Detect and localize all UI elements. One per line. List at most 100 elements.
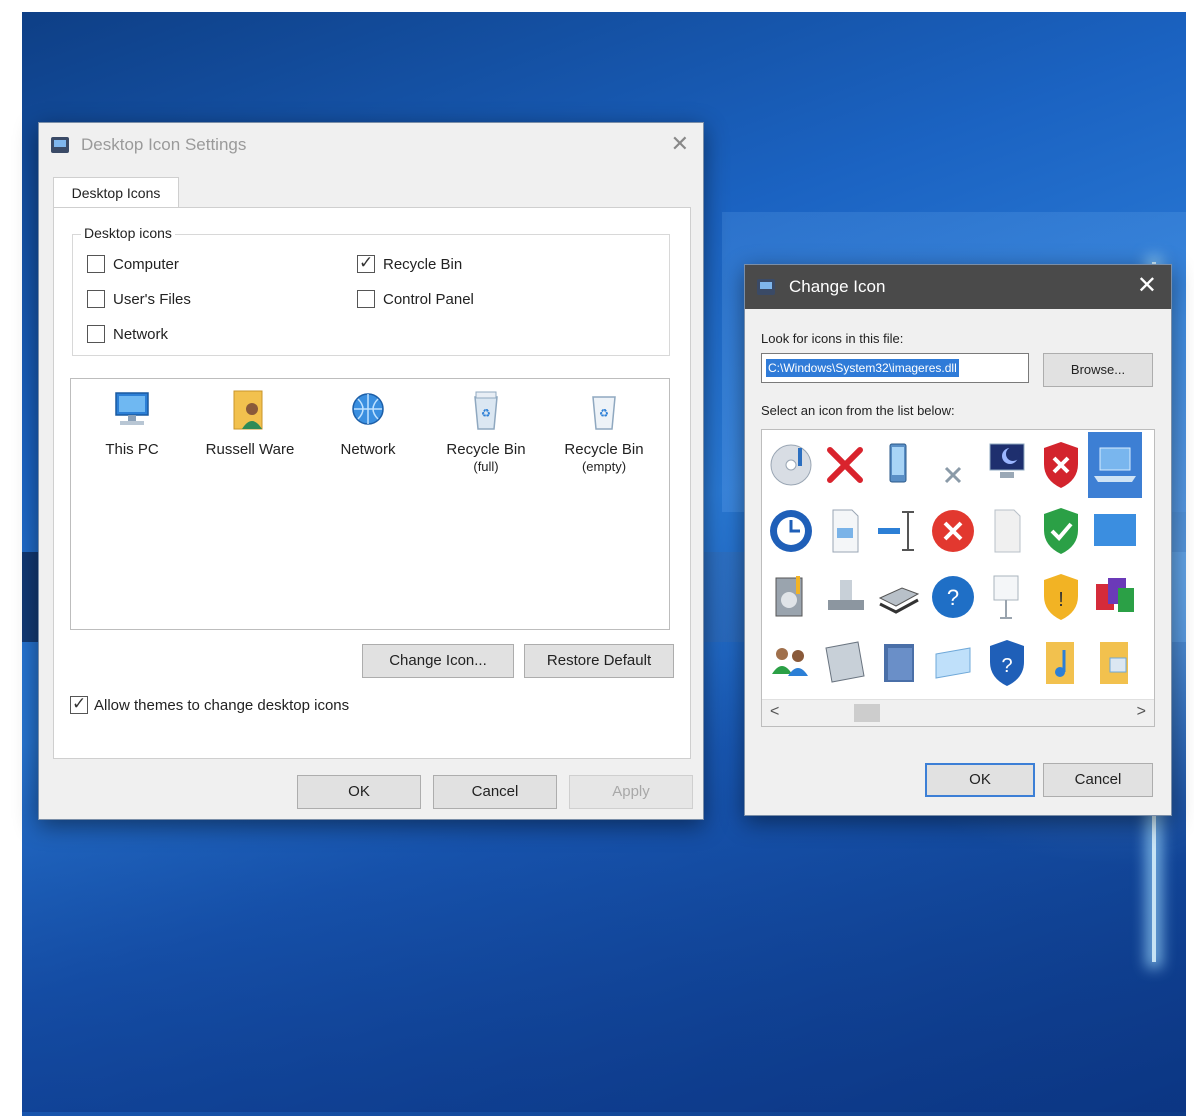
- phone-icon[interactable]: [872, 432, 926, 498]
- checkbox-network[interactable]: Network: [87, 325, 168, 345]
- blank-page-icon[interactable]: [980, 498, 1034, 564]
- text-cursor-icon[interactable]: [872, 498, 926, 564]
- checkbox-label: Control Panel: [383, 291, 474, 308]
- checkbox-label: User's Files: [113, 291, 191, 308]
- checkbox-allow-themes[interactable]: Allow themes to change desktop icons: [70, 694, 350, 716]
- icon-label-main: Recycle Bin: [446, 441, 526, 458]
- scroll-left-arrow[interactable]: <: [770, 702, 779, 722]
- cd-music-icon[interactable]: [764, 432, 818, 498]
- drive-icon[interactable]: [818, 564, 872, 630]
- change-icon-title-icon: [757, 279, 775, 295]
- icon-label: Network: [340, 441, 396, 458]
- checkbox-recycle-bin[interactable]: Recycle Bin: [357, 253, 463, 275]
- recycle-bin-empty-icon: ♻: [580, 387, 628, 435]
- title-bar[interactable]: Desktop Icon Settings ✕: [39, 123, 703, 167]
- checkbox-label: Recycle Bin: [383, 256, 463, 273]
- checkbox-box[interactable]: [87, 325, 105, 343]
- programs-icon[interactable]: [1088, 564, 1142, 630]
- network-icon: [344, 387, 392, 435]
- desktop-icon-list[interactable]: This PC Russell Ware Network ♻ Recycle B…: [70, 378, 670, 630]
- checkbox-users-files[interactable]: User's Files: [87, 290, 191, 310]
- document-icon[interactable]: [818, 498, 872, 564]
- list-item-recycle-bin-full[interactable]: ♻ Recycle Bin (full): [431, 387, 541, 474]
- desktop-settings-icon: [51, 137, 69, 153]
- shield-check-icon[interactable]: [1034, 498, 1088, 564]
- svg-text:♻: ♻: [599, 408, 609, 420]
- icon-label: Russell Ware: [205, 441, 295, 458]
- moon-monitor-icon[interactable]: [980, 432, 1034, 498]
- laptop-icon[interactable]: [1088, 432, 1142, 498]
- apply-button[interactable]: Apply: [569, 775, 693, 809]
- music-folder-icon[interactable]: [1034, 630, 1088, 696]
- close-icon[interactable]: ✕: [671, 133, 689, 155]
- close-icon[interactable]: ✕: [1137, 274, 1157, 298]
- list-item-this-pc[interactable]: This PC: [77, 387, 187, 459]
- checkbox-label: Computer: [113, 256, 179, 273]
- icon-label: This PC: [105, 441, 159, 458]
- ok-button[interactable]: OK: [297, 775, 421, 809]
- shield-help-icon[interactable]: ?: [980, 630, 1034, 696]
- checkbox-box-checked[interactable]: [70, 694, 88, 714]
- icon-label-sub: (full): [473, 459, 499, 474]
- checkbox-box[interactable]: [87, 255, 105, 273]
- server-rack-icon[interactable]: [818, 630, 872, 696]
- list-item-russell-ware[interactable]: Russell Ware: [195, 387, 305, 459]
- look-for-label: Look for icons in this file:: [761, 331, 904, 346]
- svg-text:?: ?: [947, 585, 959, 610]
- scroll-thumb[interactable]: [854, 704, 880, 722]
- cancel-button[interactable]: Cancel: [1043, 763, 1153, 797]
- users-icon[interactable]: [764, 630, 818, 696]
- shield-warning-icon[interactable]: !: [1034, 564, 1088, 630]
- shield-x-icon[interactable]: [1034, 432, 1088, 498]
- cancel-button[interactable]: Cancel: [433, 775, 557, 809]
- select-icon-label: Select an icon from the list below:: [761, 403, 955, 418]
- change-icon-dialog: Change Icon ✕ Look for icons in this fil…: [744, 264, 1172, 816]
- change-icon-button[interactable]: Change Icon...: [362, 644, 514, 678]
- checkbox-box-checked[interactable]: [357, 253, 375, 273]
- desktop-icons-group: Desktop icons Computer Recycle Bin User'…: [72, 225, 670, 356]
- icon-label-main: Recycle Bin: [564, 441, 644, 458]
- checkbox-box[interactable]: [87, 290, 105, 308]
- blue-panel-icon[interactable]: [1088, 498, 1142, 564]
- user-folder-icon: [226, 387, 274, 435]
- checkbox-box[interactable]: [357, 290, 375, 308]
- recycle-bin-full-icon: ♻: [462, 387, 510, 435]
- tab-panel: Desktop icons Computer Recycle Bin User'…: [53, 207, 691, 759]
- svg-text:?: ?: [1001, 655, 1012, 677]
- list-item-recycle-bin-empty[interactable]: ♻ Recycle Bin (empty): [549, 387, 659, 474]
- checkbox-label: Network: [113, 326, 169, 343]
- scanner-icon[interactable]: [872, 564, 926, 630]
- blue-folder-icon[interactable]: [872, 630, 926, 696]
- checkbox-label: Allow themes to change desktop icons: [94, 697, 350, 714]
- error-circle-icon[interactable]: [926, 498, 980, 564]
- icon-label: Recycle Bin (empty): [549, 441, 659, 474]
- icon-label: Recycle Bin (full): [431, 441, 541, 474]
- projector-icon[interactable]: [980, 564, 1034, 630]
- glass-panel-icon[interactable]: [926, 630, 980, 696]
- icon-grid[interactable]: ? ! ? < >: [761, 429, 1155, 727]
- dialog-title: Change Icon: [789, 277, 886, 296]
- horizontal-scrollbar[interactable]: < >: [762, 699, 1154, 726]
- clock-icon[interactable]: [764, 498, 818, 564]
- pc-icon: [108, 387, 156, 435]
- desktop-icon-settings-dialog: Desktop Icon Settings ✕ Desktop Icons De…: [38, 122, 704, 820]
- small-x-icon[interactable]: [926, 432, 980, 498]
- browse-button[interactable]: Browse...: [1043, 353, 1153, 387]
- tab-desktop-icons[interactable]: Desktop Icons: [53, 177, 179, 208]
- file-path-value: C:\Windows\System32\imageres.dll: [766, 359, 959, 377]
- title-bar[interactable]: Change Icon ✕: [745, 265, 1171, 309]
- picture-folder-icon[interactable]: [1088, 630, 1142, 696]
- dialog-title: Desktop Icon Settings: [81, 135, 247, 154]
- scroll-right-arrow[interactable]: >: [1137, 702, 1146, 722]
- red-x-icon[interactable]: [818, 432, 872, 498]
- checkbox-control-panel[interactable]: Control Panel: [357, 290, 474, 310]
- file-path-input[interactable]: C:\Windows\System32\imageres.dll: [761, 353, 1029, 383]
- media-device-icon[interactable]: [764, 564, 818, 630]
- svg-text:!: !: [1058, 589, 1064, 611]
- checkbox-computer[interactable]: Computer: [87, 255, 179, 275]
- restore-default-button[interactable]: Restore Default: [524, 644, 674, 678]
- group-label: Desktop icons: [81, 225, 175, 241]
- ok-button[interactable]: OK: [925, 763, 1035, 797]
- help-icon[interactable]: ?: [926, 564, 980, 630]
- list-item-network[interactable]: Network: [313, 387, 423, 459]
